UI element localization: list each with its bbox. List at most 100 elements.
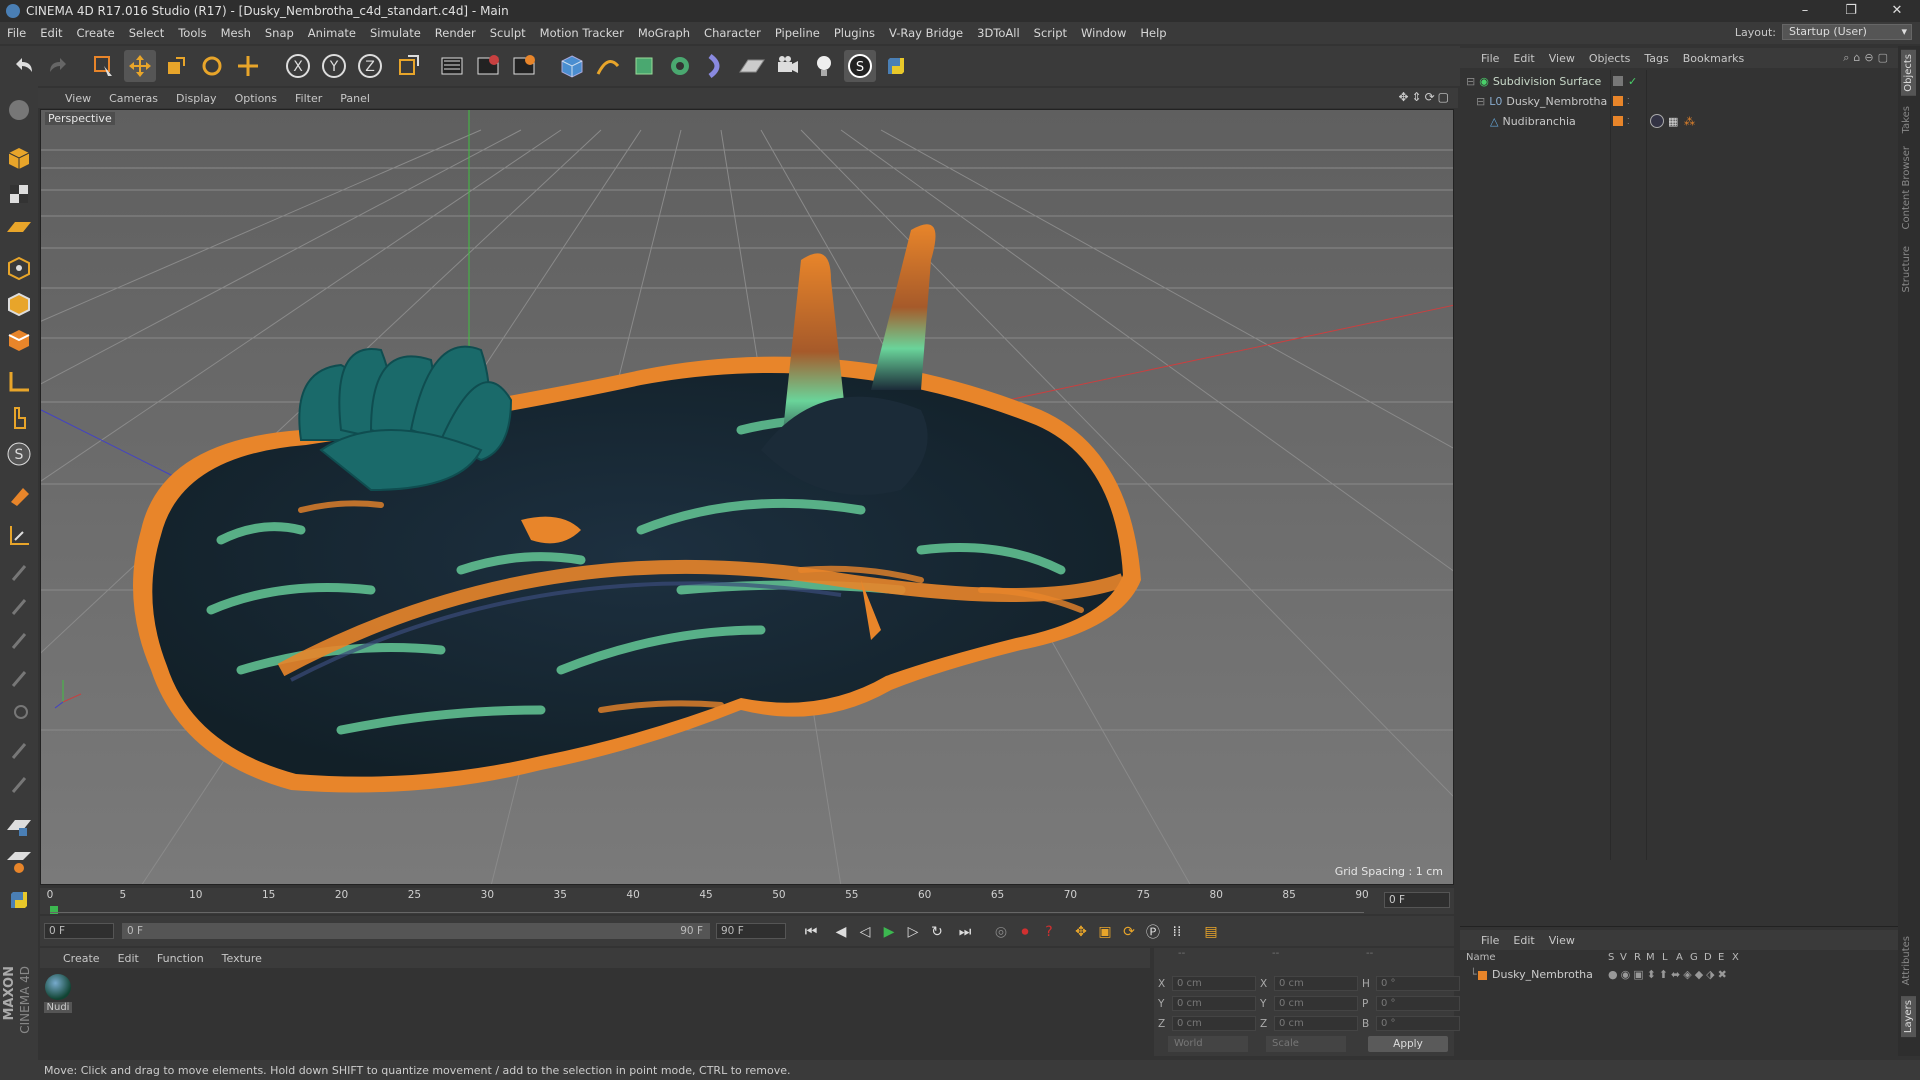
menu-plugins[interactable]: Plugins: [827, 26, 882, 40]
menu-simulate[interactable]: Simulate: [363, 26, 428, 40]
brush-2-icon[interactable]: [3, 590, 35, 622]
tab-layers[interactable]: Layers: [1901, 996, 1916, 1038]
key-parameter-icon[interactable]: Ⓟ: [1142, 921, 1164, 943]
menu-animate[interactable]: Animate: [301, 26, 363, 40]
viewport-menu-options[interactable]: Options: [226, 92, 286, 105]
layout-select[interactable]: Startup (User): [1782, 24, 1912, 40]
make-editable-icon[interactable]: [3, 94, 35, 126]
render-picture-viewer-icon[interactable]: [472, 50, 504, 82]
viewport-menu-panel[interactable]: Panel: [331, 92, 379, 105]
size-y-field[interactable]: 0 cm: [1274, 996, 1358, 1011]
size-z-field[interactable]: 0 cm: [1274, 1016, 1358, 1031]
material-menu-function[interactable]: Function: [148, 952, 213, 965]
obj-search-icon[interactable]: ⌕⌂⊖▢: [1843, 51, 1892, 65]
redo-icon[interactable]: [42, 50, 74, 82]
position-z-field[interactable]: 0 cm: [1172, 1016, 1256, 1031]
key-pla-icon[interactable]: ⁞⁞: [1166, 921, 1188, 943]
menu-3dtoall[interactable]: 3DToAll: [970, 26, 1027, 40]
object-row[interactable]: △ Nudibranchia ⁚ ▦ ⁂: [1460, 112, 1898, 130]
recent-tool-icon[interactable]: [232, 50, 264, 82]
layer-row[interactable]: └ Dusky_Nembrotha ●◉▣⬍⬆⬌◈◆⬗✖: [1460, 968, 1898, 984]
obj-menu-objects[interactable]: Objects: [1582, 52, 1638, 65]
live-select-icon[interactable]: [88, 50, 120, 82]
camera-icon[interactable]: [772, 50, 804, 82]
render-view-icon[interactable]: [436, 50, 468, 82]
object-row[interactable]: ⊟ ◉ Subdivision Surface ✓: [1460, 72, 1898, 90]
layer-menu-view[interactable]: View: [1542, 934, 1582, 947]
key-selection-icon[interactable]: ?: [1038, 921, 1060, 943]
python-script-icon[interactable]: [3, 884, 35, 916]
size-mode-select[interactable]: Scale: [1266, 1036, 1346, 1052]
tab-attributes[interactable]: Attributes: [1901, 936, 1912, 985]
timeline-ruler[interactable]: 0 5 10 15 20 25 30 35 40 45 50 55 60 65 70 75 80 85 90 0 F: [40, 888, 1454, 914]
restore-button[interactable]: ❐: [1828, 0, 1874, 22]
layer-flags-icons[interactable]: ●◉▣⬍⬆⬌◈◆⬗✖: [1608, 968, 1730, 981]
undo-icon[interactable]: [8, 50, 40, 82]
material-menu-create[interactable]: Create: [54, 952, 109, 965]
tab-content-browser[interactable]: Content Browser: [1901, 146, 1912, 229]
snap-icon[interactable]: S: [3, 438, 35, 470]
menu-character[interactable]: Character: [697, 26, 768, 40]
y-axis-icon[interactable]: Y: [318, 50, 350, 82]
timeline-track[interactable]: [50, 906, 1364, 914]
previous-key-icon[interactable]: ◀: [830, 921, 852, 943]
object-row[interactable]: ⊟ L0 Dusky_Nembrotha ⁚: [1460, 92, 1898, 110]
obj-menu-file[interactable]: File: [1474, 52, 1506, 65]
size-x-field[interactable]: 0 cm: [1274, 976, 1358, 991]
key-rotation-icon[interactable]: ⟳: [1118, 921, 1140, 943]
visibility-dots-icon[interactable]: ⁚: [1627, 117, 1630, 126]
menu-sculpt[interactable]: Sculpt: [483, 26, 533, 40]
obj-menu-edit[interactable]: Edit: [1506, 52, 1541, 65]
tab-structure[interactable]: Structure: [1901, 246, 1912, 293]
menu-mograph[interactable]: MoGraph: [631, 26, 697, 40]
viewport-menu-cameras[interactable]: Cameras: [100, 92, 167, 105]
next-frame-icon[interactable]: ▷: [902, 921, 924, 943]
material-menu-texture[interactable]: Texture: [213, 952, 271, 965]
texture-mode-icon[interactable]: [3, 178, 35, 210]
record-keys-icon[interactable]: ◎: [990, 921, 1012, 943]
brush-5-icon[interactable]: [3, 698, 35, 730]
obj-menu-view[interactable]: View: [1542, 52, 1582, 65]
tab-objects[interactable]: Objects: [1901, 50, 1916, 96]
rotate-icon[interactable]: [196, 50, 228, 82]
play-forward-icon[interactable]: ▶: [878, 921, 900, 943]
enabled-check-icon[interactable]: ✓: [1628, 75, 1637, 88]
magnet-icon[interactable]: [3, 480, 35, 512]
vray-icon[interactable]: S: [844, 50, 876, 82]
layer-color-icon[interactable]: [1478, 971, 1487, 980]
brush-7-icon[interactable]: [3, 768, 35, 800]
workplane-icon[interactable]: [3, 212, 35, 244]
light-icon[interactable]: [808, 50, 840, 82]
cube-icon[interactable]: [556, 50, 588, 82]
timeline-icon[interactable]: ▤: [1200, 921, 1222, 943]
menu-mesh[interactable]: Mesh: [214, 26, 258, 40]
apply-button[interactable]: Apply: [1368, 1036, 1448, 1052]
minimize-button[interactable]: –: [1782, 0, 1828, 22]
menu-select[interactable]: Select: [122, 26, 171, 40]
menu-motion-tracker[interactable]: Motion Tracker: [533, 26, 631, 40]
viewport-navigation-icons[interactable]: ✥⇕⟳▢: [1398, 90, 1452, 104]
subdivision-icon[interactable]: [628, 50, 660, 82]
layer-color-icon[interactable]: [1613, 96, 1623, 106]
move-icon[interactable]: [124, 50, 156, 82]
obj-menu-tags[interactable]: Tags: [1637, 52, 1675, 65]
model-mode-icon[interactable]: [3, 142, 35, 174]
layer-menu-edit[interactable]: Edit: [1506, 934, 1541, 947]
menu-render[interactable]: Render: [428, 26, 483, 40]
viewport-menu-view[interactable]: View: [56, 92, 100, 105]
layer-color-icon[interactable]: [1613, 116, 1623, 126]
rotation-p-field[interactable]: 0 °: [1376, 996, 1460, 1011]
python-icon[interactable]: [880, 50, 912, 82]
auto-key-icon[interactable]: ⏺: [1014, 921, 1036, 943]
tweak-icon[interactable]: [3, 402, 35, 434]
phong-tag-icon[interactable]: ⁂: [1684, 115, 1695, 128]
material-menu-edit[interactable]: Edit: [109, 952, 148, 965]
deformer-icon[interactable]: [700, 50, 732, 82]
layer-menu-file[interactable]: File: [1474, 934, 1506, 947]
workplane-lock-icon[interactable]: [3, 810, 35, 842]
menu-edit[interactable]: Edit: [33, 26, 69, 40]
floor-icon[interactable]: [736, 50, 768, 82]
points-mode-icon[interactable]: [3, 252, 35, 284]
key-scale-icon[interactable]: ▣: [1094, 921, 1116, 943]
current-frame-field[interactable]: 0 F: [1384, 892, 1450, 908]
